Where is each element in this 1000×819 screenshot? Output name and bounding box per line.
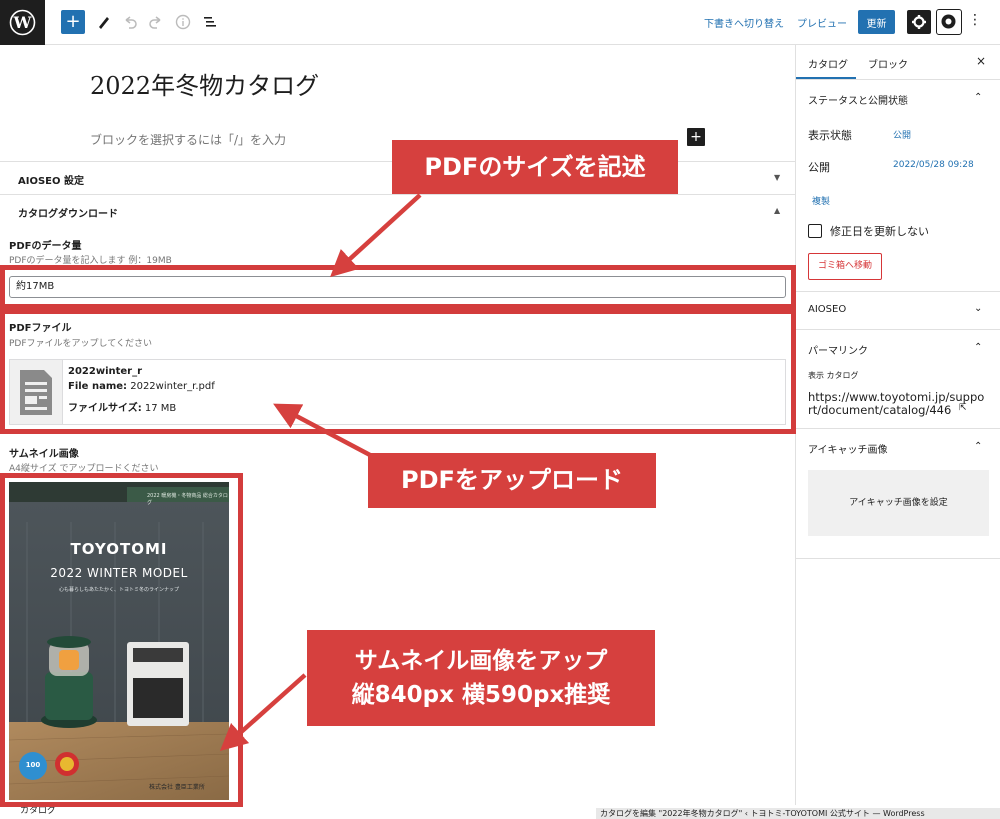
preview-link[interactable]: プレビュー: [797, 15, 847, 30]
pdf-highlight-box: [0, 309, 796, 434]
pdf-size-label: PDFのデータ量: [9, 241, 82, 252]
pen-tool-icon[interactable]: [94, 12, 114, 32]
divider: [796, 558, 1000, 559]
no-update-date-checkbox[interactable]: [808, 224, 822, 238]
thumbnail-callout-line1: サムネイル画像をアップ: [354, 648, 608, 674]
move-to-trash-button[interactable]: ゴミ箱へ移動: [808, 253, 882, 280]
permalink-section-title[interactable]: パーマリンク: [808, 342, 868, 357]
switch-to-draft-link[interactable]: 下書きへ切り替え: [704, 15, 784, 30]
upload-callout: PDFをアップロード: [368, 453, 656, 508]
wordpress-logo-icon[interactable]: W: [0, 0, 45, 45]
add-block-button[interactable]: +: [61, 10, 85, 34]
settings-gear-icon[interactable]: [907, 10, 931, 34]
external-link-icon[interactable]: ⇱: [959, 403, 967, 413]
size-highlight-box: [0, 265, 796, 309]
block-placeholder[interactable]: ブロックを選択するには「/」を入力: [90, 131, 286, 148]
chevron-up-icon[interactable]: ⌃: [974, 441, 982, 452]
size-callout: PDFのサイズを記述: [392, 140, 678, 194]
visibility-label: 表示状態: [808, 129, 852, 142]
divider: [796, 291, 1000, 292]
set-featured-image-button[interactable]: アイキャッチ画像を設定: [808, 470, 989, 536]
more-options-icon[interactable]: ⋮: [968, 12, 982, 28]
chevron-down-icon[interactable]: ⌄: [974, 303, 982, 314]
post-title[interactable]: 2022年冬物カタログ: [90, 66, 319, 101]
thumbnail-highlight-box: [0, 473, 243, 807]
catalog-download-panel[interactable]: カタログダウンロード ▲: [0, 194, 795, 224]
status-section-title[interactable]: ステータスと公開状態: [808, 92, 908, 107]
undo-icon[interactable]: [120, 12, 140, 32]
chevron-up-icon[interactable]: ⌃: [974, 92, 982, 103]
thumbnail-callout-line2: 縦840px 横590px推奨: [351, 682, 611, 708]
update-button[interactable]: 更新: [858, 10, 895, 34]
aioseo-icon[interactable]: [936, 9, 962, 35]
permalink-url-line2[interactable]: rt/document/catalog/446: [808, 403, 951, 417]
permalink-url-line1[interactable]: https://www.toyotomi.jp/suppo: [808, 390, 984, 404]
divider: [796, 79, 1000, 80]
info-icon[interactable]: [173, 12, 193, 32]
publish-label: 公開: [808, 161, 830, 174]
featured-image-section-title[interactable]: アイキャッチ画像: [808, 441, 888, 456]
redo-icon[interactable]: [146, 12, 166, 32]
permalink-view-label: 表示 カタログ: [808, 371, 859, 380]
duplicate-link[interactable]: 複製: [812, 194, 830, 207]
thumbnail-label: サムネイル画像: [9, 449, 79, 460]
svg-text:W: W: [13, 13, 33, 32]
settings-sidebar: カタログ ブロック × ステータスと公開状態 ⌃ 表示状態 公開 公開 2022…: [795, 45, 1000, 805]
visibility-value-link[interactable]: 公開: [893, 128, 911, 141]
aioseo-settings-title: AIOSEO 設定: [18, 176, 84, 187]
tab-catalog[interactable]: カタログ: [808, 56, 848, 71]
no-update-date-label: 修正日を更新しない: [830, 225, 929, 238]
browser-status-bar: カタログを編集 "2022年冬物カタログ" ‹ トヨトミ-TOYOTOMI 公式…: [596, 808, 1000, 819]
thumbnail-callout: サムネイル画像をアップ 縦840px 横590px推奨: [307, 630, 655, 726]
block-inserter-button[interactable]: +: [687, 128, 705, 146]
expand-arrow-icon[interactable]: ▲: [774, 206, 780, 215]
close-sidebar-icon[interactable]: ×: [976, 54, 986, 68]
catalog-download-title: カタログダウンロード: [18, 209, 118, 220]
editor-toolbar: W + 下書きへ切り替え プレビュー 更新 ⋮: [0, 0, 1000, 45]
divider: [796, 329, 1000, 330]
collapse-arrow-icon[interactable]: ▼: [774, 173, 780, 182]
divider: [796, 428, 1000, 429]
tab-block[interactable]: ブロック: [868, 56, 908, 71]
chevron-up-icon[interactable]: ⌃: [974, 342, 982, 353]
publish-date-link[interactable]: 2022/05/28 09:28: [893, 160, 974, 170]
aioseo-section-title[interactable]: AIOSEO: [808, 304, 846, 315]
list-view-icon[interactable]: [200, 12, 220, 32]
